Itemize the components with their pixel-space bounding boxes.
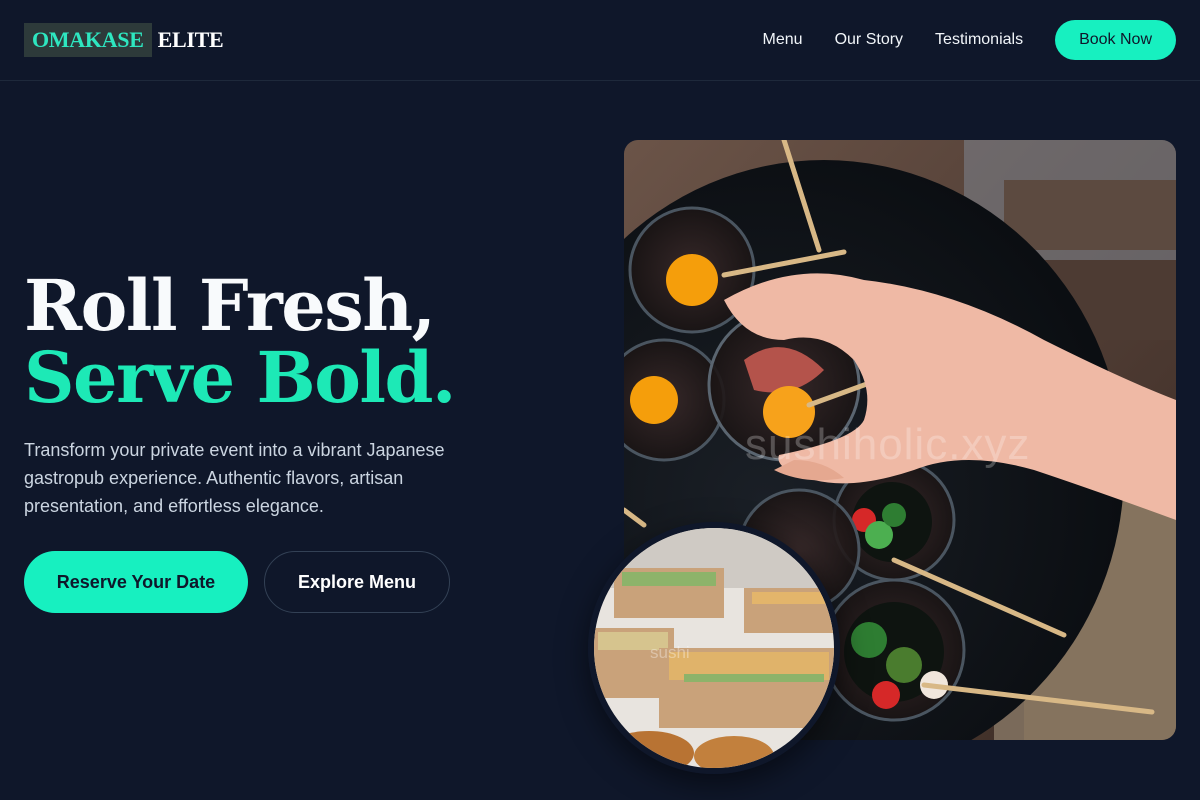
nav-link-our-story[interactable]: Our Story <box>835 31 903 49</box>
logo-word: ELITE <box>157 27 224 52</box>
hero-title-line2: Serve Bold. <box>24 336 456 419</box>
logo[interactable]: OMAKASE ELITE <box>24 23 224 57</box>
hero-description: Transform your private event into a vibr… <box>24 440 445 516</box>
logo-mark: OMAKASE <box>24 23 152 57</box>
main-nav: Menu Our Story Testimonials Book Now <box>763 20 1176 60</box>
site-header: OMAKASE ELITE Menu Our Story Testimonial… <box>0 0 1200 81</box>
reserve-date-button[interactable]: Reserve Your Date <box>24 551 248 613</box>
book-now-button[interactable]: Book Now <box>1055 20 1176 60</box>
explore-menu-button[interactable]: Explore Menu <box>264 551 450 613</box>
circle-photo-watermark: sushi <box>650 643 690 662</box>
catering-boxes-photo <box>588 522 840 774</box>
nav-link-testimonials[interactable]: Testimonials <box>935 31 1023 49</box>
hero-title-line1: Roll Fresh, <box>24 264 436 347</box>
photo-watermark: sushiholic.xyz <box>745 420 1031 469</box>
hero-title: Roll Fresh, Serve Bold. <box>24 264 456 419</box>
nav-link-menu[interactable]: Menu <box>763 31 803 49</box>
